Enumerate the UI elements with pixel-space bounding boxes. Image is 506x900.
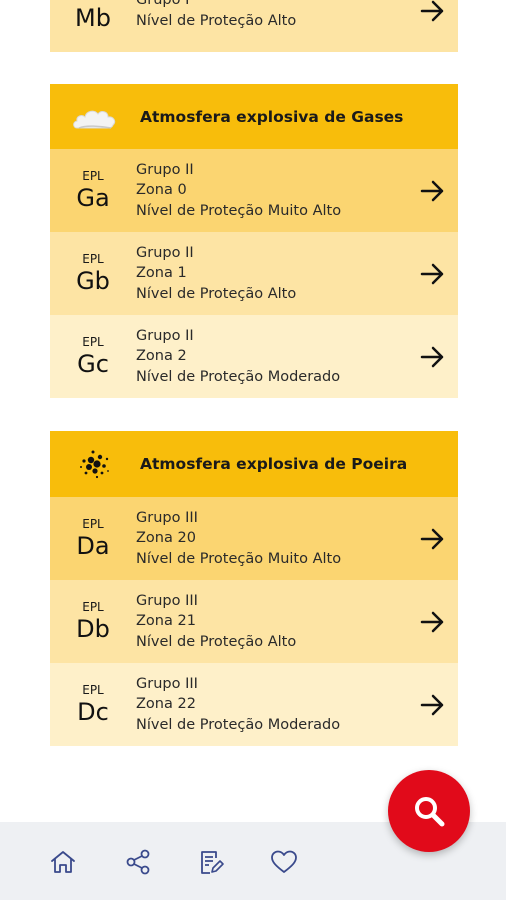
zone-text: Zona 21	[136, 613, 196, 630]
epl-row-gb[interactable]: EPL Gb Grupo II Zona 1 Nível de Proteção…	[50, 232, 458, 315]
gases-card-header: Atmosfera explosiva de Gases	[50, 84, 458, 149]
equipment-group-i-card: EPL Mb Grupo I Nível de Proteção Alto	[50, 0, 458, 52]
zone-text: Zona 22	[136, 696, 196, 713]
protection-text: Nível de Proteção Alto	[136, 285, 297, 302]
zone-text: Zona 1	[136, 265, 187, 282]
epl-row-mb[interactable]: EPL Mb Grupo I Nível de Proteção Alto	[50, 0, 458, 52]
epl-code: Ga	[76, 183, 110, 212]
gases-card: Atmosfera explosiva de Gases EPL Ga Grup…	[50, 84, 458, 398]
group-text: Grupo III	[136, 675, 198, 692]
arrow-right-icon[interactable]	[408, 232, 458, 315]
zone-text: Zona 2	[136, 348, 187, 365]
epl-row-da[interactable]: EPL Da Grupo III Zona 20 Nível de Proteç…	[50, 497, 458, 580]
epl-code: Db	[76, 614, 110, 643]
epl-badge: EPL Dc	[50, 683, 136, 727]
epl-info: Grupo I Nível de Proteção Alto	[136, 0, 408, 31]
poeira-card: Atmosfera explosiva de Poeira EPL Da Gru…	[50, 431, 458, 746]
epl-code: Gc	[77, 349, 109, 378]
protection-text: Nível de Proteção Moderado	[136, 368, 341, 385]
epl-label: EPL	[82, 516, 104, 531]
group-text: Grupo II	[136, 327, 194, 344]
protection-text: Nível de Proteção Moderado	[136, 716, 341, 733]
search-fab-button[interactable]	[388, 770, 470, 852]
zone-text: Zona 0	[136, 182, 187, 199]
arrow-right-icon[interactable]	[408, 0, 458, 52]
epl-info: Grupo III Zona 21 Nível de Proteção Alto	[136, 591, 408, 653]
arrow-right-icon[interactable]	[408, 663, 458, 746]
arrow-right-icon[interactable]	[408, 580, 458, 663]
zone-text: Zona 20	[136, 530, 196, 547]
epl-row-db[interactable]: EPL Db Grupo III Zona 21 Nível de Proteç…	[50, 580, 458, 663]
epl-badge: EPL Gb	[50, 252, 136, 296]
epl-label: EPL	[82, 168, 104, 183]
protection-text: Nível de Proteção Alto	[136, 633, 297, 650]
epl-label: EPL	[82, 682, 104, 697]
epl-info: Grupo II Zona 0 Nível de Proteção Muito …	[136, 160, 408, 222]
epl-badge: EPL Da	[50, 517, 136, 561]
group-text: Grupo II	[136, 244, 194, 261]
heart-icon[interactable]	[264, 842, 304, 882]
epl-code: Mb	[75, 3, 111, 32]
epl-badge: EPL Ga	[50, 169, 136, 213]
cloud-icon	[50, 84, 140, 149]
gases-card-title: Atmosfera explosiva de Gases	[140, 107, 404, 126]
share-icon[interactable]	[118, 842, 158, 882]
dust-particles-icon	[50, 432, 140, 497]
epl-badge: EPL Gc	[50, 335, 136, 379]
epl-row-dc[interactable]: EPL Dc Grupo III Zona 22 Nível de Proteç…	[50, 663, 458, 746]
protection-text: Nível de Proteção Alto	[136, 12, 297, 29]
epl-row-gc[interactable]: EPL Gc Grupo II Zona 2 Nível de Proteção…	[50, 315, 458, 398]
search-icon	[411, 793, 447, 829]
epl-code: Da	[76, 531, 110, 560]
epl-info: Grupo III Zona 22 Nível de Proteção Mode…	[136, 674, 408, 736]
arrow-right-icon[interactable]	[408, 497, 458, 580]
epl-info: Grupo II Zona 2 Nível de Proteção Modera…	[136, 326, 408, 388]
epl-code: Gb	[76, 266, 110, 295]
epl-code: Dc	[77, 697, 109, 726]
group-text: Grupo II	[136, 161, 194, 178]
epl-row-ga[interactable]: EPL Ga Grupo II Zona 0 Nível de Proteção…	[50, 149, 458, 232]
epl-badge: EPL Db	[50, 600, 136, 644]
epl-label: EPL	[82, 599, 104, 614]
epl-label: EPL	[82, 251, 104, 266]
group-text: Grupo III	[136, 509, 198, 526]
epl-info: Grupo III Zona 20 Nível de Proteção Muit…	[136, 508, 408, 570]
protection-text: Nível de Proteção Muito Alto	[136, 550, 342, 567]
group-text: Grupo I	[136, 0, 190, 8]
poeira-card-header: Atmosfera explosiva de Poeira	[50, 431, 458, 497]
home-icon[interactable]	[43, 842, 83, 882]
group-text: Grupo III	[136, 592, 198, 609]
arrow-right-icon[interactable]	[408, 315, 458, 398]
arrow-right-icon[interactable]	[408, 149, 458, 232]
epl-info: Grupo II Zona 1 Nível de Proteção Alto	[136, 243, 408, 305]
epl-label: EPL	[82, 334, 104, 349]
protection-text: Nível de Proteção Muito Alto	[136, 202, 342, 219]
poeira-card-title: Atmosfera explosiva de Poeira	[140, 455, 408, 473]
epl-badge: EPL Mb	[50, 0, 136, 33]
notes-icon[interactable]	[191, 842, 231, 882]
